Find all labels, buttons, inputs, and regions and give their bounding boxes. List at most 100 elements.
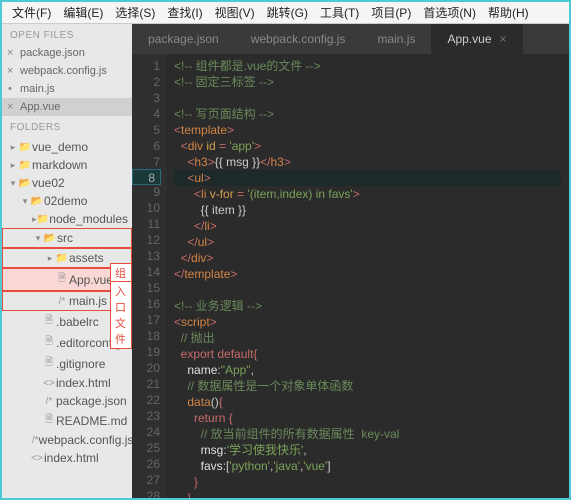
code-line[interactable]: <ul> — [174, 170, 561, 186]
tree-item-label: 02demo — [44, 194, 87, 208]
code-line[interactable]: } — [174, 490, 561, 498]
menu-item[interactable]: 视图(V) — [209, 2, 261, 23]
code-line[interactable]: <!-- 业务逻辑 --> — [174, 298, 561, 314]
tree-item-label: App.vue — [69, 273, 113, 287]
code-line[interactable]: <!-- 固定三标签 --> — [174, 74, 561, 90]
editor-tab[interactable]: package.json — [132, 24, 235, 54]
tree-item[interactable]: ▾📂vue02 — [2, 174, 132, 192]
open-files-header: OPEN FILES — [2, 24, 132, 44]
menu-item[interactable]: 文件(F) — [6, 2, 57, 23]
disclosure-triangle-icon: ▸ — [8, 160, 18, 171]
line-number: 18 — [132, 328, 160, 344]
sidebar: OPEN FILES package.jsonwebpack.config.js… — [2, 24, 132, 498]
tree-item-label: src — [57, 231, 73, 245]
open-file-item[interactable]: webpack.config.js — [2, 62, 132, 80]
editor-tab[interactable]: App.vue× — [431, 24, 522, 54]
disclosure-triangle-icon: ▸ — [45, 253, 55, 264]
tree-item-label: index.html — [56, 376, 111, 390]
line-number: 14 — [132, 264, 160, 280]
open-files-list: package.jsonwebpack.config.jsmain.jsApp.… — [2, 44, 132, 116]
tree-item-label: vue02 — [32, 176, 65, 190]
menu-item[interactable]: 首选项(N) — [417, 2, 482, 23]
menu-bar: 文件(F)编辑(E)选择(S)查找(I)视图(V)跳转(G)工具(T)项目(P)… — [2, 2, 569, 24]
code-line[interactable]: // 抛出 — [174, 330, 561, 346]
line-number: 17 — [132, 312, 160, 328]
code-line[interactable]: <!-- 组件都是.vue的文件 --> — [174, 58, 561, 74]
code-line[interactable]: </li> — [174, 218, 561, 234]
disclosure-triangle-icon: ▾ — [20, 196, 30, 207]
tree-item-label: assets — [69, 251, 104, 265]
code-line[interactable] — [174, 282, 561, 298]
code-line[interactable]: data(){ — [174, 394, 561, 410]
file-icon: <> — [42, 378, 56, 389]
code-line[interactable]: msg:'学习使我快乐', — [174, 442, 561, 458]
code-line[interactable]: {{ item }} — [174, 202, 561, 218]
tree-item-label: .gitignore — [56, 357, 105, 371]
tree-item[interactable]: ▸📁markdown — [2, 156, 132, 174]
tree-item-label: .babelrc — [56, 315, 99, 329]
tree-item[interactable]: ▸📁node_modules — [2, 210, 132, 228]
tree-item[interactable]: 🗎.gitignore — [2, 353, 132, 374]
menu-item[interactable]: 帮助(H) — [482, 2, 535, 23]
tree-item[interactable]: ▸📁vue_demo — [2, 138, 132, 156]
file-icon: /* — [55, 296, 69, 307]
file-icon: 🗎 — [42, 334, 56, 351]
code-line[interactable]: <h3>{{ msg }}</h3> — [174, 154, 561, 170]
menu-item[interactable]: 编辑(E) — [57, 2, 109, 23]
code-line[interactable]: name:"App", — [174, 362, 561, 378]
menu-item[interactable]: 选择(S) — [109, 2, 161, 23]
line-number: 27 — [132, 472, 160, 488]
code-line[interactable]: <div id = 'app'> — [174, 138, 561, 154]
tree-item[interactable]: <>index.html — [2, 374, 132, 392]
code-line[interactable]: } — [174, 474, 561, 490]
line-number: 19 — [132, 344, 160, 360]
line-number: 28 — [132, 488, 160, 498]
code-line[interactable]: return { — [174, 410, 561, 426]
tree-item[interactable]: ▾📂02demo — [2, 192, 132, 210]
open-file-item[interactable]: main.js — [2, 80, 132, 98]
code-line[interactable]: // 放当前组件的所有数据属性 key-val — [174, 426, 561, 442]
menu-item[interactable]: 跳转(G) — [261, 2, 314, 23]
tree-item-label: package.json — [56, 394, 127, 408]
code-line[interactable]: <script> — [174, 314, 561, 330]
tree-item[interactable]: 🗎README.md — [2, 410, 132, 431]
close-icon[interactable]: × — [500, 32, 507, 46]
tree-item[interactable]: /*package.json — [2, 392, 132, 410]
line-number: 24 — [132, 424, 160, 440]
folder-tree: ▸📁vue_demo▸📁markdown▾📂vue02▾📂02demo▸📁nod… — [2, 136, 132, 469]
code-editor[interactable]: 1234567891011121314151617181920212223242… — [132, 54, 569, 498]
line-number: 6 — [132, 138, 160, 154]
tab-bar: package.json webpack.config.jsmain.jsApp.… — [132, 24, 569, 54]
open-file-item[interactable]: package.json — [2, 44, 132, 62]
code-line[interactable] — [174, 90, 561, 106]
code-line[interactable]: favs:['python','java','vue'] — [174, 458, 561, 474]
tree-item[interactable]: /*webpack.config.js — [2, 431, 132, 449]
line-number: 15 — [132, 280, 160, 296]
tab-label: package.json — [148, 32, 219, 46]
line-number: 8 — [132, 169, 161, 185]
code-line[interactable]: </div> — [174, 250, 561, 266]
code-body[interactable]: <!-- 组件都是.vue的文件 --><!-- 固定三标签 --> <!-- 写… — [166, 54, 569, 498]
tree-item[interactable]: ▾📂src — [2, 228, 132, 248]
line-number: 21 — [132, 376, 160, 392]
code-line[interactable]: // 数据属性是一个对象单体函数 — [174, 378, 561, 394]
code-line[interactable]: <li v-for = '(item,index) in favs'> — [174, 186, 561, 202]
file-icon: 🗎 — [42, 412, 56, 429]
code-line[interactable]: </template> — [174, 266, 561, 282]
editor-tab[interactable]: webpack.config.js — [235, 24, 362, 54]
file-icon: <> — [30, 453, 44, 464]
menu-item[interactable]: 工具(T) — [314, 2, 365, 23]
open-file-item[interactable]: App.vue — [2, 98, 132, 116]
disclosure-triangle-icon: ▾ — [8, 178, 18, 189]
code-line[interactable]: </ul> — [174, 234, 561, 250]
code-line[interactable]: <!-- 写页面结构 --> — [174, 106, 561, 122]
code-line[interactable]: <template> — [174, 122, 561, 138]
editor-tab[interactable]: main.js — [361, 24, 431, 54]
disclosure-triangle-icon: ▾ — [33, 233, 43, 244]
menu-item[interactable]: 查找(I) — [161, 2, 208, 23]
tree-item[interactable]: <>index.html — [2, 449, 132, 467]
line-number: 3 — [132, 90, 160, 106]
menu-item[interactable]: 项目(P) — [365, 2, 417, 23]
line-number: 4 — [132, 106, 160, 122]
code-line[interactable]: export default{ — [174, 346, 561, 362]
